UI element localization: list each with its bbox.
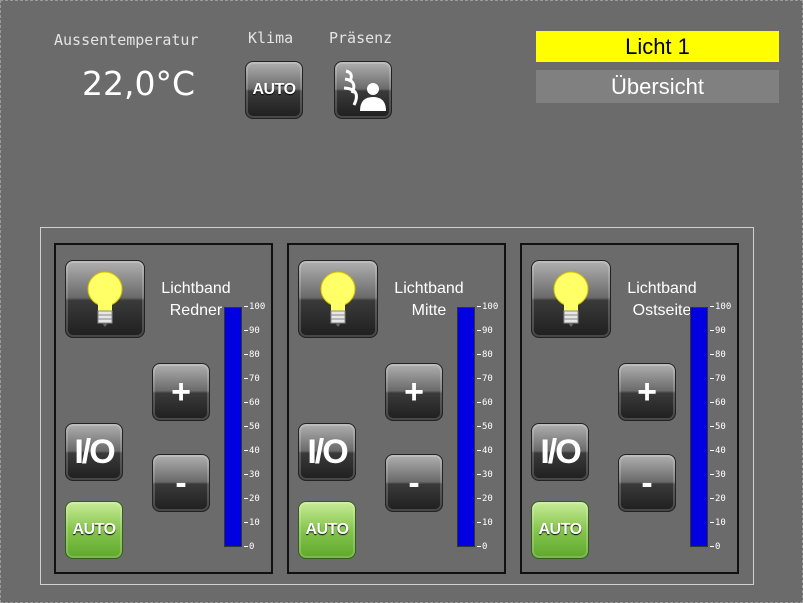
minus-label: -: [641, 464, 653, 502]
light-bulb-icon: [87, 271, 123, 327]
panel-lichtband-mitte: Lichtband Mitte + - I/O AUTO 100 90 80 70 60…: [287, 243, 506, 574]
scale-tick-label: 90: [477, 326, 493, 336]
presence-button[interactable]: [334, 61, 392, 119]
outside-temp-label: Aussentemperatur: [54, 31, 199, 49]
dim-down-button[interactable]: -: [152, 454, 210, 512]
scale-tick-label: 70: [477, 374, 493, 384]
klima-auto-label: AUTO: [252, 81, 296, 98]
scale-tick-label: 100: [710, 302, 731, 312]
presence-sensor-icon: [343, 69, 386, 111]
io-label: I/O: [74, 432, 115, 471]
scale-tick-label: 40: [477, 446, 493, 456]
io-label: I/O: [540, 432, 581, 471]
auto-label: AUTO: [538, 521, 582, 538]
plus-label: +: [404, 373, 424, 411]
auto-label: AUTO: [72, 521, 116, 538]
scale-tick-label: 30: [244, 470, 260, 480]
scale-tick-label: 20: [710, 494, 726, 504]
dim-up-button[interactable]: +: [152, 363, 210, 421]
scale-tick-label: 50: [244, 422, 260, 432]
panel-lichtband-ostseite: Lichtband Ostseite + - I/O AUTO 100 90 80 7…: [520, 243, 739, 574]
klima-label: Klima: [248, 29, 294, 47]
auto-mode-button[interactable]: AUTO: [65, 501, 123, 559]
minus-label: -: [175, 464, 187, 502]
on-off-button[interactable]: I/O: [298, 423, 356, 481]
dim-level-scale: 100 90 80 70 60 50 40 30 20 10 0: [710, 302, 740, 552]
dim-level-scale: 100 90 80 70 60 50 40 30 20 10 0: [477, 302, 507, 552]
plus-label: +: [171, 373, 191, 411]
presence-label: Präsenz: [329, 29, 393, 47]
scale-tick-label: 60: [244, 398, 260, 408]
scale-tick-label: 40: [244, 446, 260, 456]
auto-mode-button[interactable]: AUTO: [531, 501, 589, 559]
scale-tick-label: 10: [244, 518, 260, 528]
scale-tick-label: 30: [710, 470, 726, 480]
auto-mode-button[interactable]: AUTO: [298, 501, 356, 559]
scale-tick-label: 50: [710, 422, 726, 432]
scale-tick-label: 0: [710, 542, 720, 552]
dim-level-bar: [690, 307, 708, 547]
scale-tick-label: 20: [244, 494, 260, 504]
dim-level-bar: [457, 307, 475, 547]
scale-tick-label: 60: [710, 398, 726, 408]
scale-tick-label: 70: [710, 374, 726, 384]
scale-tick-label: 60: [477, 398, 493, 408]
scale-tick-label: 0: [244, 542, 254, 552]
plus-label: +: [637, 373, 657, 411]
scale-tick-label: 70: [244, 374, 260, 384]
dim-level-bar: [224, 307, 242, 547]
dim-up-button[interactable]: +: [618, 363, 676, 421]
scale-tick-label: 40: [710, 446, 726, 456]
auto-label: AUTO: [305, 521, 349, 538]
scale-tick-label: 30: [477, 470, 493, 480]
overview-button[interactable]: Übersicht: [536, 70, 779, 103]
outside-temp-value: 22,0°C: [82, 64, 196, 103]
scale-tick-label: 80: [244, 350, 260, 360]
scale-tick-label: 20: [477, 494, 493, 504]
on-off-button[interactable]: I/O: [65, 423, 123, 481]
light-bulb-icon: [320, 271, 356, 327]
light-control-panel: Lichtband Redner + - I/O AUTO 100 90 80 70 6…: [40, 227, 754, 585]
panel-title-line1: Lichtband: [394, 280, 464, 297]
panel-lichtband-redner: Lichtband Redner + - I/O AUTO 100 90 80 70 6…: [54, 243, 273, 574]
scale-tick-label: 100: [244, 302, 265, 312]
dim-down-button[interactable]: -: [385, 454, 443, 512]
scale-tick-label: 50: [477, 422, 493, 432]
scale-tick-label: 10: [477, 518, 493, 528]
dim-down-button[interactable]: -: [618, 454, 676, 512]
scale-tick-label: 90: [710, 326, 726, 336]
scale-tick-label: 80: [710, 350, 726, 360]
dim-level-scale: 100 90 80 70 60 50 40 30 20 10 0: [244, 302, 274, 552]
scale-tick-label: 100: [477, 302, 498, 312]
scale-tick-label: 10: [710, 518, 726, 528]
io-label: I/O: [307, 432, 348, 471]
light-toggle-button[interactable]: [531, 260, 611, 338]
dim-up-button[interactable]: +: [385, 363, 443, 421]
klima-auto-button[interactable]: AUTO: [245, 61, 303, 119]
on-off-button[interactable]: I/O: [531, 423, 589, 481]
light-toggle-button[interactable]: [65, 260, 145, 338]
minus-label: -: [408, 464, 420, 502]
light-toggle-button[interactable]: [298, 260, 378, 338]
scale-tick-label: 80: [477, 350, 493, 360]
scale-tick-label: 0: [477, 542, 487, 552]
page-title: Licht 1: [536, 31, 779, 62]
panel-title-line1: Lichtband: [627, 280, 697, 297]
scale-tick-label: 90: [244, 326, 260, 336]
light-bulb-icon: [553, 271, 589, 327]
panel-title-line1: Lichtband: [161, 280, 231, 297]
